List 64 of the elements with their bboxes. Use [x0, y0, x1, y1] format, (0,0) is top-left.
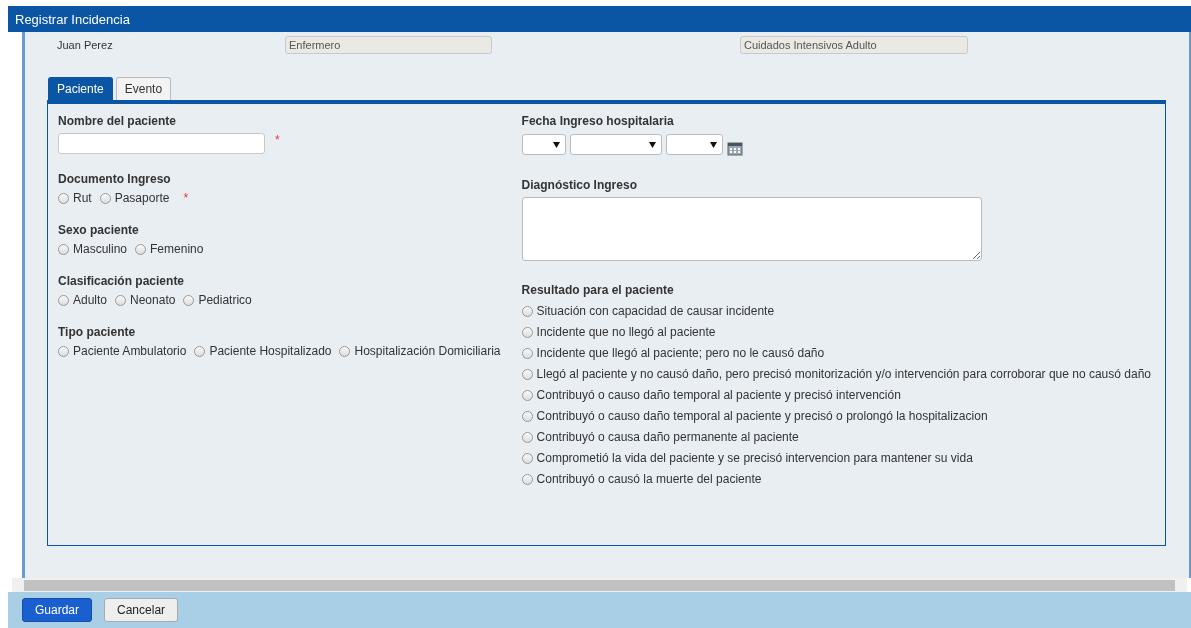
radio-label: Comprometió la vida del paciente y se precisó intervencion para mantener su vida: [536, 451, 973, 465]
tab[interactable]: Paciente: [48, 77, 113, 100]
tab[interactable]: Evento: [115, 77, 172, 100]
radio-label: Paciente Ambulatorio: [73, 344, 187, 358]
radio-button[interactable]: [183, 294, 195, 306]
caret-icon: [552, 141, 560, 148]
radio-label: Hospitalización Domiciliaria: [354, 344, 501, 358]
user-name: Juan Perez: [57, 39, 114, 51]
calendar-icon[interactable]: [726, 141, 743, 156]
radio-button[interactable]: [521, 431, 533, 443]
radio-label: Incidente que llegó al paciente; pero no le causó daño: [536, 346, 825, 360]
radio-button[interactable]: [521, 452, 533, 464]
radio-label: Situación con capacidad de causar incidente: [536, 304, 775, 318]
radio-button[interactable]: [521, 326, 533, 338]
radio-label: Paciente Hospitalizado: [209, 344, 332, 358]
field-label: Resultado para el paciente: [521, 283, 675, 297]
radio-label: Masculino: [73, 242, 128, 256]
radio-button[interactable]: [521, 368, 533, 380]
unit-field[interactable]: Cuidados Intensivos Adulto: [740, 36, 968, 54]
radio-button[interactable]: [135, 243, 147, 255]
radio-button[interactable]: [521, 473, 533, 485]
field-label: Sexo paciente: [58, 223, 140, 237]
caret-icon: [709, 141, 717, 148]
radio-label: Femenino: [150, 242, 204, 256]
radio-button[interactable]: [521, 410, 533, 422]
required-mark: *: [275, 133, 280, 147]
radio-button[interactable]: [58, 345, 69, 357]
save-button[interactable]: Guardar: [22, 598, 93, 622]
window-title: Registrar Incidencia: [15, 11, 130, 27]
radio-button[interactable]: [99, 192, 111, 204]
radio-button[interactable]: [194, 345, 206, 357]
cancel-button[interactable]: Cancelar: [104, 598, 179, 622]
field-label: Diagnóstico Ingreso: [521, 178, 638, 192]
field-label: Documento Ingreso: [58, 172, 172, 186]
radio-label: Contribuyó o causo daño temporal al paciente y precisó o prolongó la hospitalizacion: [536, 409, 988, 423]
radio-label: Contribuyó o causa daño permanente al paciente: [536, 430, 799, 444]
radio-label: Neonato: [130, 293, 176, 307]
radio-button[interactable]: [58, 243, 69, 255]
radio-button[interactable]: [58, 192, 69, 204]
radio-label: Llegó al paciente y no causó daño, pero precisó monitorización y/o intervención para corroborar que no causó daño: [536, 367, 1151, 381]
radio-label: Incidente que no llegó al paciente: [536, 325, 716, 339]
role-field[interactable]: Enfermero: [285, 36, 492, 54]
radio-button[interactable]: [521, 347, 533, 359]
field-label: Nombre del paciente: [58, 114, 178, 128]
name-input[interactable]: [58, 133, 265, 154]
radio-label: Contribuyó o causó la muerte del paciente: [536, 472, 762, 486]
radio-button[interactable]: [58, 294, 69, 306]
radio-label: Rut: [73, 191, 92, 205]
required-mark: *: [183, 191, 189, 205]
radio-button[interactable]: [115, 294, 127, 306]
field-label: Clasificación paciente: [58, 274, 186, 288]
radio-label: Pasaporte: [114, 191, 170, 205]
radio-button[interactable]: [521, 389, 533, 401]
diagnosis-textarea[interactable]: [521, 197, 982, 261]
caret-icon: [648, 141, 656, 148]
radio-button[interactable]: [339, 345, 351, 357]
radio-button[interactable]: [521, 305, 533, 317]
horizontal-scrollbar[interactable]: [12, 578, 1187, 592]
radio-label: Pediatrico: [198, 293, 252, 307]
field-label: Fecha Ingreso hospitalaria: [521, 114, 675, 128]
radio-label: Adulto: [73, 293, 108, 307]
radio-label: Contribuyó o causo daño temporal al paciente y precisó intervención: [536, 388, 901, 402]
day-select[interactable]: [521, 134, 566, 155]
field-label: Tipo paciente: [58, 325, 137, 339]
